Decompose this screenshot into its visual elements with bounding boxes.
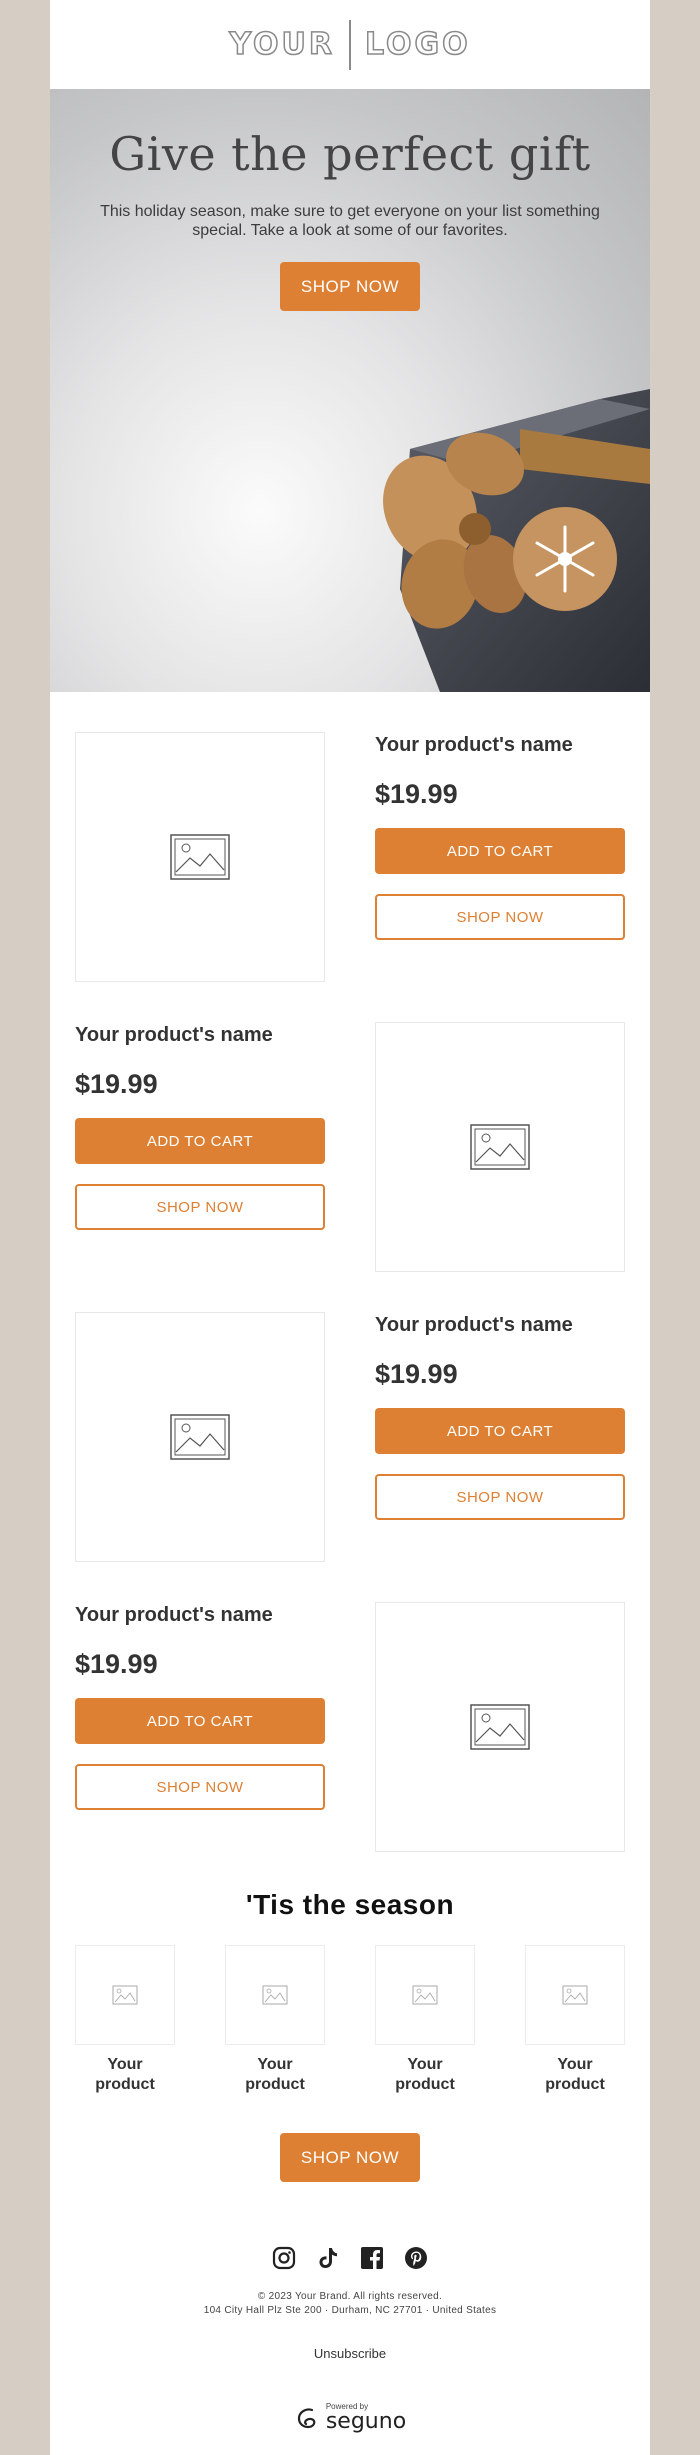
logo-divider — [348, 19, 351, 70]
image-placeholder-icon — [470, 1704, 530, 1750]
email-container: YOUR LOGO Give the perfect gift This hol… — [50, 0, 650, 2455]
product-image-placeholder[interactable] — [75, 732, 325, 982]
hero-title: Give the perfect gift — [109, 127, 591, 181]
shop-now-button[interactable]: SHOP NOW — [375, 1474, 625, 1520]
product-row-3: Your product's name $19.99 ADD TO CART S… — [75, 1312, 625, 1562]
powered-by-badge[interactable]: Powered by seguno — [50, 2403, 650, 2433]
label-line-2: product — [95, 2076, 155, 2093]
shop-now-button[interactable]: SHOP NOW — [75, 1764, 325, 1810]
image-placeholder-icon — [412, 1985, 438, 2005]
season-product-label: Your product — [375, 2055, 475, 2095]
product-image-placeholder[interactable] — [75, 1312, 325, 1562]
product-name: Your product's name — [375, 1314, 573, 1336]
logo-text-left: YOUR — [229, 26, 335, 63]
copyright-text: © 2023 Your Brand. All rights reserved. — [257, 2291, 443, 2302]
product-row-1: Your product's name $19.99 ADD TO CART S… — [75, 732, 625, 982]
product-price: $19.99 — [375, 779, 458, 809]
hero-banner: Give the perfect gift This holiday seaso… — [50, 89, 650, 692]
season-product-label: Your product — [225, 2055, 325, 2095]
product-name: Your product's name — [375, 734, 573, 756]
product-price: $19.99 — [375, 1359, 458, 1389]
tiktok-icon[interactable] — [315, 2245, 341, 2271]
season-product-item[interactable]: Your product — [75, 1945, 175, 2095]
hero-description: This holiday season, make sure to get ev… — [100, 203, 600, 239]
instagram-icon[interactable] — [271, 2245, 297, 2271]
social-links — [50, 2245, 650, 2271]
add-to-cart-button[interactable]: ADD TO CART — [75, 1698, 325, 1744]
product-info: Your product's name $19.99 ADD TO CART S… — [375, 1312, 625, 1520]
product-info: Your product's name $19.99 ADD TO CART S… — [75, 1602, 325, 1810]
label-line-2: product — [395, 2076, 455, 2093]
address-text: 104 City Hall Plz Ste 200 · Durham, NC 2… — [203, 2305, 497, 2316]
label-line-1: Your — [257, 2056, 293, 2073]
label-line-2: product — [545, 2076, 605, 2093]
product-info: Your product's name $19.99 ADD TO CART S… — [375, 732, 625, 940]
label-line-1: Your — [557, 2056, 593, 2073]
seguno-logo-icon — [297, 2408, 316, 2429]
season-title: 'Tis the season — [245, 1889, 455, 1920]
product-row-4: Your product's name $19.99 ADD TO CART S… — [75, 1602, 625, 1852]
product-price: $19.99 — [75, 1649, 158, 1679]
powered-by-brand: seguno — [325, 2409, 407, 2434]
gift-box-image — [383, 389, 650, 692]
add-to-cart-button[interactable]: ADD TO CART — [375, 1408, 625, 1454]
facebook-icon[interactable] — [359, 2245, 385, 2271]
season-product-label: Your product — [75, 2055, 175, 2095]
season-product-label: Your product — [525, 2055, 625, 2095]
label-line-2: product — [245, 2076, 305, 2093]
product-name: Your product's name — [75, 1024, 273, 1046]
season-product-image[interactable] — [525, 1945, 625, 2045]
brand-logo[interactable]: YOUR LOGO — [229, 19, 471, 70]
season-product-item[interactable]: Your product — [375, 1945, 475, 2095]
label-line-1: Your — [107, 2056, 143, 2073]
add-to-cart-button[interactable]: ADD TO CART — [75, 1118, 325, 1164]
image-placeholder-icon — [170, 1414, 230, 1460]
image-placeholder-icon — [112, 1985, 138, 2005]
image-placeholder-icon — [562, 1985, 588, 2005]
hero-shop-now-button[interactable]: SHOP NOW — [280, 262, 420, 311]
shop-now-button[interactable]: SHOP NOW — [75, 1184, 325, 1230]
product-price: $19.99 — [75, 1069, 158, 1099]
product-image-placeholder[interactable] — [375, 1022, 625, 1272]
product-name: Your product's name — [75, 1604, 273, 1626]
powered-by-text: Powered by seguno — [326, 2403, 406, 2433]
season-product-image[interactable] — [225, 1945, 325, 2045]
product-info: Your product's name $19.99 ADD TO CART S… — [75, 1022, 325, 1230]
season-shop-now-button[interactable]: SHOP NOW — [280, 2133, 420, 2182]
label-line-1: Your — [407, 2056, 443, 2073]
product-image-placeholder[interactable] — [375, 1602, 625, 1852]
pinterest-icon[interactable] — [403, 2245, 429, 2271]
season-product-image[interactable] — [75, 1945, 175, 2045]
image-placeholder-icon — [262, 1985, 288, 2005]
logo-text-right: LOGO — [364, 26, 471, 63]
unsubscribe-link[interactable]: Unsubscribe — [50, 2346, 650, 2361]
image-placeholder-icon — [470, 1124, 530, 1170]
season-product-image[interactable] — [375, 1945, 475, 2045]
email-header: YOUR LOGO — [50, 0, 650, 89]
shop-now-button[interactable]: SHOP NOW — [375, 894, 625, 940]
season-product-item[interactable]: Your product — [525, 1945, 625, 2095]
season-product-item[interactable]: Your product — [225, 1945, 325, 2095]
product-row-2: Your product's name $19.99 ADD TO CART S… — [75, 1022, 625, 1272]
add-to-cart-button[interactable]: ADD TO CART — [375, 828, 625, 874]
image-placeholder-icon — [170, 834, 230, 880]
